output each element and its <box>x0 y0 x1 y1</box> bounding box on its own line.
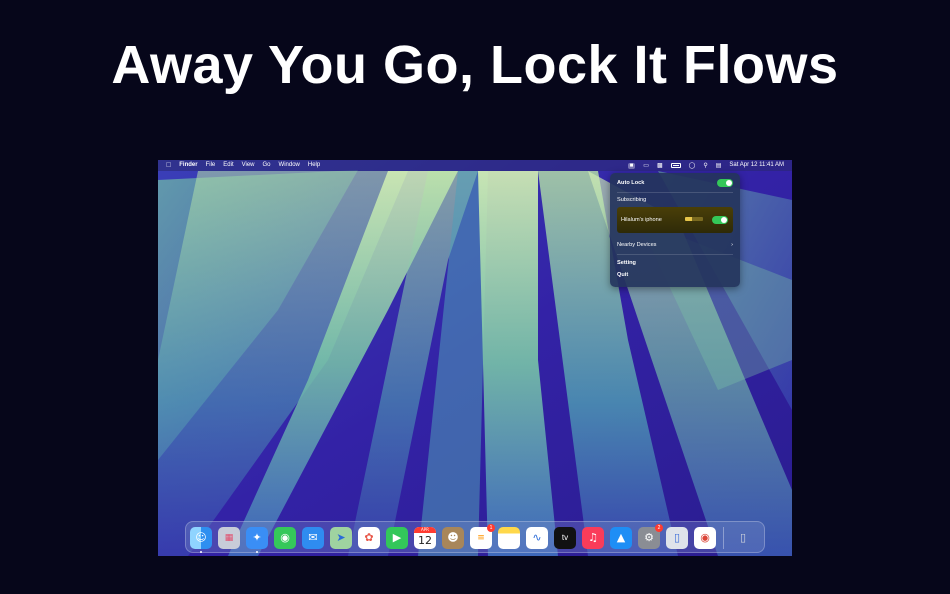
calendar-icon[interactable]: APR 12 <box>414 527 436 549</box>
display-icon[interactable]: ▩ <box>657 163 663 169</box>
nearby-devices-item[interactable]: Nearby Devices › <box>617 242 733 248</box>
quit-item[interactable]: Quit <box>617 272 733 278</box>
divider <box>617 192 733 193</box>
headline: Away You Go, Lock It Flows <box>111 35 839 95</box>
wifi-icon[interactable]: ◯ <box>689 163 696 169</box>
menu-window[interactable]: Window <box>279 160 300 171</box>
menu-bar:  Finder File Edit View Go Window Help ■… <box>158 160 792 171</box>
nearby-devices-label: Nearby Devices <box>617 242 657 248</box>
chrome-icon[interactable]: ◉ <box>694 527 716 549</box>
apple-menu-icon[interactable]:  <box>166 160 171 171</box>
settings-badge: 2 <box>655 524 663 532</box>
iphone-mirroring-icon[interactable]: ▯ <box>666 527 688 549</box>
system-settings-icon[interactable]: ⚙ 2 <box>638 524 663 549</box>
calendar-month: APR <box>414 527 436 533</box>
divider <box>617 254 733 255</box>
apple-tv-icon[interactable]: tv <box>554 527 576 549</box>
menu-file[interactable]: File <box>206 160 216 171</box>
setting-item[interactable]: Setting <box>617 260 733 266</box>
lock-status-icon[interactable]: ■ <box>627 162 636 169</box>
menu-go[interactable]: Go <box>263 160 271 171</box>
lock-menu-panel: Auto Lock Subscribing Hilalum's iphone N… <box>610 173 740 287</box>
photos-icon[interactable]: ✿ <box>358 527 380 549</box>
freeform-icon[interactable]: ∿ <box>526 527 548 549</box>
subscribing-label: Subscribing <box>617 197 647 203</box>
safari-icon[interactable]: ✦ <box>246 527 268 553</box>
maps-icon[interactable]: ➤ <box>330 527 352 549</box>
contacts-icon[interactable]: ☻ <box>442 527 464 549</box>
control-center-icon[interactable]: ▤ <box>716 163 722 169</box>
menu-help[interactable]: Help <box>308 160 320 171</box>
menu-app-name[interactable]: Finder <box>179 160 197 171</box>
device-toggle[interactable] <box>712 216 728 224</box>
reminders-badge: 1 <box>487 524 495 532</box>
facetime-icon[interactable]: ▶ <box>386 527 408 549</box>
tv-label: tv <box>561 533 569 542</box>
auto-lock-row: Auto Lock <box>617 180 733 186</box>
music-icon[interactable]: ♫ <box>582 527 604 549</box>
menu-clock[interactable]: Sat Apr 12 11:41 AM <box>729 160 784 171</box>
calendar-day: 12 <box>418 534 432 547</box>
notes-icon[interactable] <box>498 527 520 549</box>
auto-lock-toggle[interactable] <box>717 179 733 187</box>
battery-icon[interactable] <box>670 163 681 168</box>
chevron-right-icon: › <box>731 242 733 248</box>
launchpad-icon[interactable]: ▦ <box>218 527 240 549</box>
menu-view[interactable]: View <box>242 160 255 171</box>
device-row-hilalums-iphone[interactable]: Hilalum's iphone <box>617 207 733 233</box>
trash-icon[interactable]: ▯ <box>732 527 754 549</box>
messages-icon[interactable]: ◉ <box>274 527 296 549</box>
signal-strength-icon <box>685 217 703 221</box>
reminders-icon[interactable]: ≡ 1 <box>470 524 495 549</box>
mac-screen:  Finder File Edit View Go Window Help ■… <box>158 160 792 556</box>
device-name: Hilalum's iphone <box>621 217 662 223</box>
mail-icon[interactable]: ✉ <box>302 527 324 549</box>
dock: ☺ ▦ ✦ ◉ ✉ ➤ ✿ ▶ APR 12 ☻ ≡ 1 ∿ tv ♫ ▲ ⚙ 2 … <box>185 521 765 553</box>
finder-icon[interactable]: ☺ <box>190 527 212 553</box>
app-store-icon[interactable]: ▲ <box>610 527 632 549</box>
auto-lock-label: Auto Lock <box>617 180 645 186</box>
screen-mirroring-icon[interactable]: ▭ <box>643 163 649 169</box>
dock-divider <box>723 527 724 549</box>
menu-edit[interactable]: Edit <box>223 160 233 171</box>
search-icon[interactable]: ⚲ <box>703 163 707 169</box>
